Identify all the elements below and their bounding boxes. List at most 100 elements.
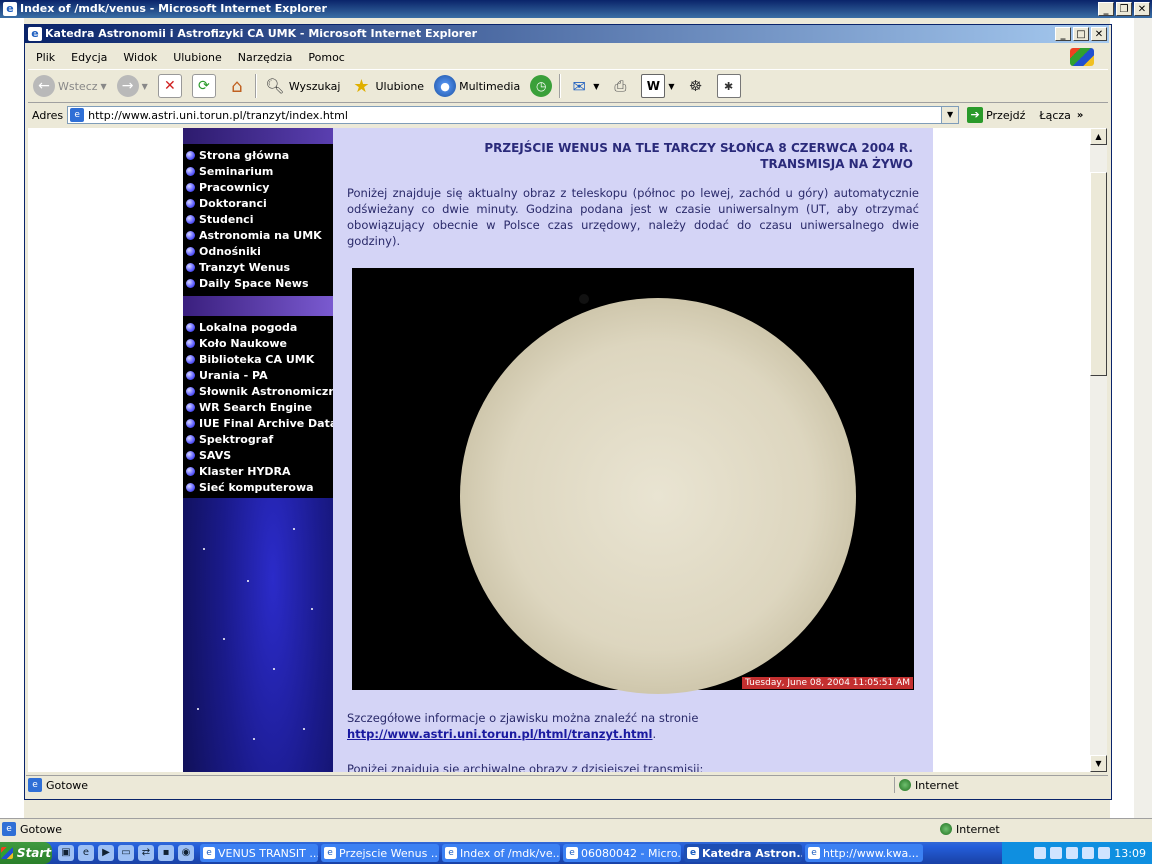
ie-icon[interactable]: e xyxy=(78,845,94,861)
nav-item-urania[interactable]: Urania - PA xyxy=(183,367,333,383)
close-button[interactable]: ✕ xyxy=(1134,2,1150,16)
telescope-image: Tuesday, June 08, 2004 11:05:51 AM xyxy=(352,268,914,694)
taskbar-item-active[interactable]: e Katedra Astron... xyxy=(684,844,802,862)
messenger-button[interactable]: ✱ xyxy=(714,72,744,100)
nav-item-staff[interactable]: Pracownicy xyxy=(183,179,333,195)
nav-item-label: Doktoranci xyxy=(199,196,267,210)
background-scrollbar[interactable] xyxy=(1134,18,1152,818)
nav-item-students[interactable]: Studenci xyxy=(183,211,333,227)
scroll-thumb[interactable] xyxy=(1090,172,1107,376)
nav-item-wr-search[interactable]: WR Search Engine xyxy=(183,399,333,415)
nav-item-network[interactable]: Sieć komputerowa xyxy=(183,479,333,495)
bullet-icon xyxy=(186,338,195,348)
back-button[interactable]: ← Wstecz ▼ xyxy=(30,72,110,100)
scroll-down-button[interactable]: ▼ xyxy=(1090,755,1107,772)
messenger-icon: ✱ xyxy=(716,74,741,98)
nav-item-spectrograph[interactable]: Spektrograf xyxy=(183,431,333,447)
stop-button[interactable]: ✕ xyxy=(155,72,185,100)
folder-icon[interactable]: ▭ xyxy=(118,845,134,861)
maximize-button[interactable]: □ xyxy=(1073,27,1089,41)
nav-item-seminar[interactable]: Seminarium xyxy=(183,163,333,179)
tray-bluetooth-icon[interactable] xyxy=(1082,847,1095,859)
home-icon: ⌂ xyxy=(231,75,243,97)
tray-disconnected-icon[interactable] xyxy=(1050,847,1063,859)
print-button[interactable]: ⎙ xyxy=(606,72,634,100)
nav-item-home[interactable]: Strona główna xyxy=(183,147,333,163)
menu-file[interactable]: Plik xyxy=(28,51,63,64)
home-button[interactable]: ⌂ xyxy=(223,72,251,100)
nav-item-hydra[interactable]: Klaster HYDRA xyxy=(183,463,333,479)
acrobat-icon[interactable]: ◉ xyxy=(178,845,194,861)
mail-button[interactable]: ✉ ▼ xyxy=(565,72,602,100)
forward-button[interactable]: → ▼ xyxy=(114,72,151,100)
clock[interactable]: 13:09 xyxy=(1114,847,1146,860)
favorites-button[interactable]: ★ Ulubione xyxy=(347,72,427,100)
nav-item-label: SAVS xyxy=(199,448,232,462)
media-player-icon[interactable]: ▶ xyxy=(98,845,114,861)
nav-item-science-club[interactable]: Koło Naukowe xyxy=(183,335,333,351)
tray-network-icon[interactable] xyxy=(1034,847,1047,859)
background-window-titlebar[interactable]: e Index of /mdk/venus - Microsoft Intern… xyxy=(0,0,1152,18)
nav-item-links[interactable]: Odnośniki xyxy=(183,243,333,259)
history-button[interactable]: ◷ xyxy=(527,72,555,100)
nav-item-iue-archive[interactable]: IUE Final Archive Data xyxy=(183,415,337,431)
address-input[interactable]: e http://www.astri.uni.torun.pl/tranzyt/… xyxy=(67,106,960,124)
desktop-icon[interactable]: ▣ xyxy=(58,845,74,861)
bullet-icon xyxy=(186,354,195,364)
save-icon[interactable]: ▪ xyxy=(158,845,174,861)
discuss-button[interactable]: ☸ xyxy=(682,72,710,100)
start-button[interactable]: Start xyxy=(0,842,52,864)
nav-item-venus-transit[interactable]: Tranzyt Wenus xyxy=(183,259,333,275)
minimize-button[interactable]: _ xyxy=(1055,27,1071,41)
intro-paragraph: Poniżej znajduje się aktualny obraz z te… xyxy=(347,186,919,248)
bullet-icon xyxy=(186,246,195,256)
nav-item-phd[interactable]: Doktoranci xyxy=(183,195,333,211)
vertical-scrollbar[interactable]: ▲ ▼ xyxy=(1090,128,1107,772)
nav-item-dictionary[interactable]: Słownik Astronomiczny xyxy=(183,383,343,399)
nav-item-astronomy[interactable]: Astronomia na UMK xyxy=(183,227,333,243)
go-button[interactable]: ➔ Przejdź xyxy=(967,107,1025,123)
taskbar-item[interactable]: e http://www.kwa... xyxy=(805,844,923,862)
window-titlebar[interactable]: e Katedra Astronomii i Astrofizyki CA UM… xyxy=(25,25,1109,43)
links-button[interactable]: Łącza xyxy=(1039,109,1071,122)
tray-monitor-icon[interactable] xyxy=(1066,847,1079,859)
taskbar-item-label: http://www.kwa... xyxy=(823,846,919,860)
nav-item-library[interactable]: Biblioteka CA UMK xyxy=(183,351,333,367)
nav-item-label: Biblioteka CA UMK xyxy=(199,352,315,366)
nav-item-label: Słownik Astronomiczny xyxy=(199,384,344,398)
bullet-icon xyxy=(186,278,195,288)
nav-header-band xyxy=(183,128,333,144)
chevron-right-icon[interactable]: » xyxy=(1077,110,1083,121)
nav-item-savs[interactable]: SAVS xyxy=(183,447,333,463)
status-text: Gotowe xyxy=(46,778,89,792)
taskbar-item[interactable]: e Index of /mdk/ve... xyxy=(442,844,560,862)
tray-arrow-icon[interactable] xyxy=(1098,847,1111,859)
taskbar-item[interactable]: e VENUS TRANSIT ... xyxy=(200,844,318,862)
taskbar-item[interactable]: e Przejscie Wenus ... xyxy=(321,844,439,862)
details-link[interactable]: http://www.astri.uni.torun.pl/html/tranz… xyxy=(347,727,652,741)
menu-help[interactable]: Pomoc xyxy=(300,51,352,64)
taskbar-item[interactable]: e 06080042 - Micro... xyxy=(563,844,681,862)
nav-item-label: IUE Final Archive Data xyxy=(199,416,338,430)
search-button[interactable]: 🔍︎ Wyszukaj xyxy=(261,72,344,100)
refresh-button[interactable]: ⟳ xyxy=(189,72,219,100)
restore-button[interactable]: ❐ xyxy=(1116,2,1132,16)
window-title: Katedra Astronomii i Astrofizyki CA UMK … xyxy=(45,27,478,40)
bullet-icon xyxy=(186,182,195,192)
menu-view[interactable]: Widok xyxy=(115,51,165,64)
close-button[interactable]: ✕ xyxy=(1091,27,1107,41)
chevron-down-icon[interactable]: ▼ xyxy=(941,107,959,123)
nav-item-space-news[interactable]: Daily Space News xyxy=(183,275,333,291)
menu-tools[interactable]: Narzędzia xyxy=(230,51,301,64)
edit-button[interactable]: W ▼ xyxy=(638,72,677,100)
menu-edit[interactable]: Edycja xyxy=(63,51,115,64)
minimize-button[interactable]: _ xyxy=(1098,2,1114,16)
scroll-up-button[interactable]: ▲ xyxy=(1090,128,1107,145)
media-button[interactable]: ● Multimedia xyxy=(431,72,523,100)
bullet-icon xyxy=(186,450,195,460)
network-icon[interactable]: ⇄ xyxy=(138,845,154,861)
taskbar-item-label: Index of /mdk/ve... xyxy=(460,846,560,860)
nav-item-weather[interactable]: Lokalna pogoda xyxy=(183,319,333,335)
menu-favorites[interactable]: Ulubione xyxy=(165,51,230,64)
windows-logo-icon xyxy=(1070,48,1094,66)
